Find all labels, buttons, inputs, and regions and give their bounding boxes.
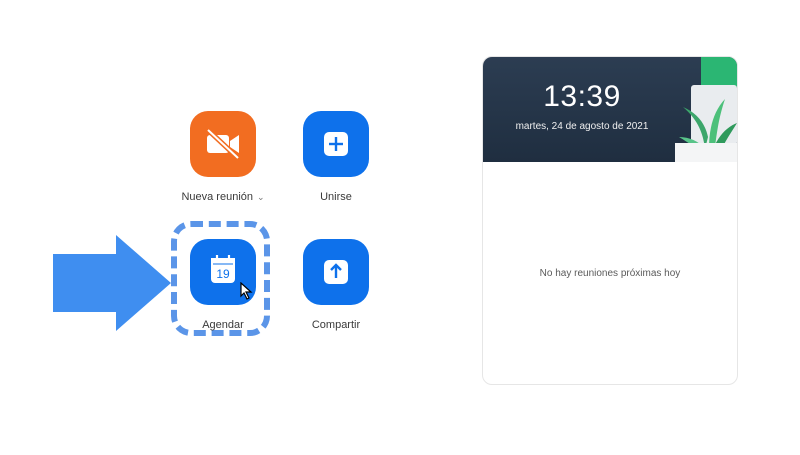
schedule-label[interactable]: Agendar [202, 319, 244, 331]
share-screen-label[interactable]: Compartir [312, 319, 360, 331]
join-button[interactable] [303, 111, 369, 177]
clock-time: 13:39 [543, 80, 621, 113]
plant-illustration [675, 57, 737, 162]
share-screen-button[interactable] [303, 239, 369, 305]
share-up-arrow-icon [324, 260, 348, 284]
new-meeting-label[interactable]: Nueva reunión ⌄ [181, 191, 264, 203]
current-date: martes, 24 de agosto de 2021 [515, 121, 649, 132]
plus-icon [324, 132, 348, 156]
calendar-day: 19 [216, 267, 230, 281]
new-meeting-button[interactable] [190, 111, 256, 177]
video-off-icon [206, 128, 240, 160]
join-label[interactable]: Unirse [320, 191, 352, 203]
clock-banner: 13:39 martes, 24 de agosto de 2021 [483, 57, 737, 162]
chevron-down-icon[interactable]: ⌄ [257, 192, 265, 202]
annotation-arrow [53, 235, 171, 331]
meetings-panel: 13:39 martes, 24 de agosto de 2021 No ha… [482, 56, 738, 385]
no-meetings-message: No hay reuniones próximas hoy [539, 268, 681, 279]
mouse-cursor-icon [240, 282, 253, 300]
